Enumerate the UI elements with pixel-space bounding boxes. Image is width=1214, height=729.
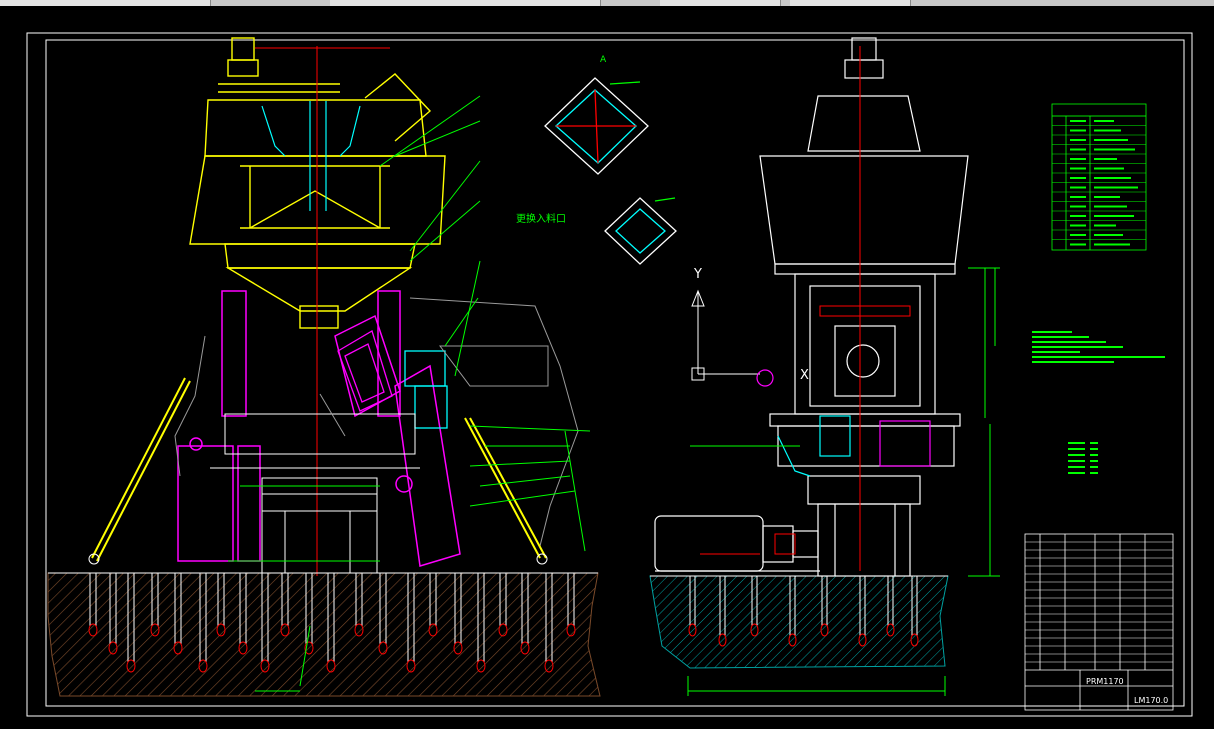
- legend-notes: [1068, 442, 1098, 474]
- mill-base-left: [210, 413, 420, 574]
- ucs-axis-icon: [691, 289, 760, 381]
- feed-inlet-label: 更换入料口: [516, 212, 566, 225]
- cad-drawing-canvas[interactable]: A 更换入料口 Y X PRM1170 LM170.0: [0, 6, 1214, 729]
- classifier-body-right: [759, 37, 969, 577]
- feed-inlet-view-large: [544, 77, 649, 175]
- drawing-number: LM170.0: [1134, 696, 1168, 705]
- feed-inlet-view-small: [604, 197, 677, 265]
- axis-x-label: X: [800, 368, 809, 383]
- title-block-rows: [1025, 541, 1173, 663]
- technical-notes: [1032, 331, 1165, 363]
- foundation-left: [47, 572, 601, 697]
- axis-y-label: Y: [693, 267, 702, 282]
- view-a-label: A: [600, 55, 607, 65]
- title-block-name: PRM1170: [1086, 677, 1124, 686]
- mill-body-right-colors: [756, 369, 931, 477]
- motor-details-red: [700, 46, 911, 571]
- hydraulic-arms-left: [88, 377, 548, 565]
